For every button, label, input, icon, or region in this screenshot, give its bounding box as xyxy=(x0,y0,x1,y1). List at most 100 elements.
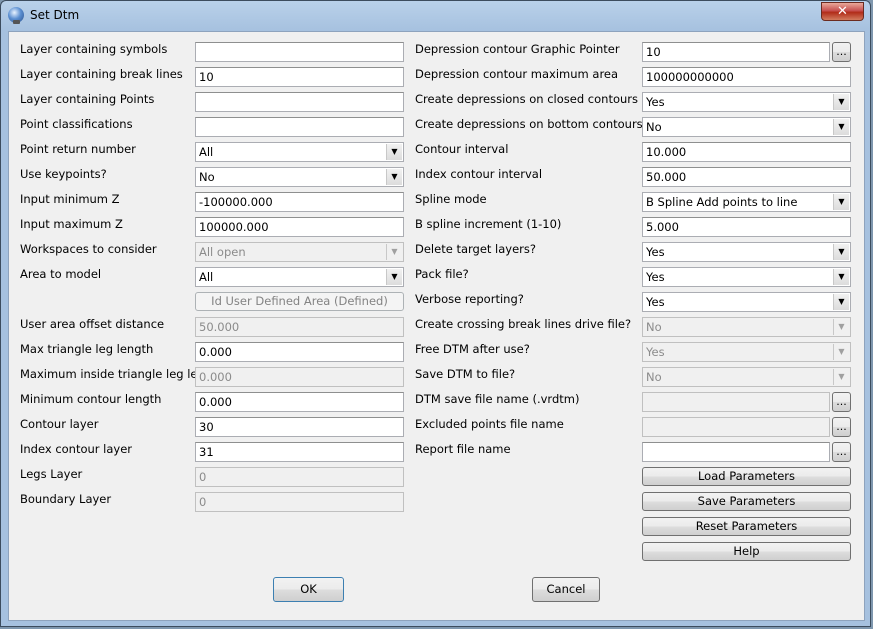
dep-graphic-pointer-browse-button[interactable]: ... xyxy=(832,42,851,62)
label-save-dtm: Save DTM to file? xyxy=(415,367,516,381)
load-parameters-button[interactable]: Load Parameters xyxy=(642,467,851,486)
label-contour-interval: Contour interval xyxy=(415,142,509,156)
set-dtm-dialog: Set Dtm ✕ Layer containing symbols Layer… xyxy=(0,0,871,627)
chevron-down-icon[interactable]: ▼ xyxy=(833,119,849,135)
dtm-save-file-name-input[interactable] xyxy=(642,392,830,412)
chevron-down-icon[interactable]: ▼ xyxy=(833,344,849,360)
verbose-reporting-select[interactable]: Yes ▼ xyxy=(642,292,851,312)
label-boundary-layer: Boundary Layer xyxy=(20,492,112,506)
legs-layer-input[interactable]: 0 xyxy=(195,467,404,487)
dep-max-area-input[interactable]: 100000000000 xyxy=(642,67,851,87)
bspline-increment-input[interactable]: 5.000 xyxy=(642,217,851,237)
index-contour-layer-input[interactable]: 31 xyxy=(195,442,404,462)
label-workspaces: Workspaces to consider xyxy=(20,242,157,256)
excluded-points-file-input[interactable] xyxy=(642,417,830,437)
close-button[interactable]: ✕ xyxy=(821,2,864,21)
label-layer-symbols: Layer containing symbols xyxy=(20,42,168,56)
contour-interval-input[interactable]: 10.000 xyxy=(642,142,851,162)
label-spline-mode: Spline mode xyxy=(415,192,487,206)
chevron-down-icon[interactable]: ▼ xyxy=(833,294,849,310)
max-triangle-leg-input[interactable]: 0.000 xyxy=(195,342,404,362)
save-dtm-select[interactable]: No ▼ xyxy=(642,367,851,387)
chevron-down-icon[interactable]: ▼ xyxy=(833,194,849,210)
chevron-down-icon[interactable]: ▼ xyxy=(386,144,402,160)
layer-points-input[interactable] xyxy=(195,92,404,112)
label-max-triangle-leg: Max triangle leg length xyxy=(20,342,154,356)
free-dtm-value: Yes xyxy=(646,345,665,359)
label-delete-target-layers: Delete target layers? xyxy=(415,242,537,256)
dep-graphic-pointer-input[interactable]: 10 xyxy=(642,42,830,62)
label-index-contour-interval: Index contour interval xyxy=(415,167,543,181)
chevron-down-icon[interactable]: ▼ xyxy=(833,244,849,260)
label-area-to-model: Area to model xyxy=(20,267,102,281)
label-use-keypoints: Use keypoints? xyxy=(20,167,107,181)
chevron-down-icon[interactable]: ▼ xyxy=(386,244,402,260)
save-parameters-button[interactable]: Save Parameters xyxy=(642,492,851,511)
label-crossing-drive-file: Create crossing break lines drive file? xyxy=(415,317,632,331)
chevron-down-icon[interactable]: ▼ xyxy=(386,269,402,285)
label-layer-points: Layer containing Points xyxy=(20,92,155,106)
delete-target-layers-value: Yes xyxy=(646,245,665,259)
chevron-down-icon[interactable]: ▼ xyxy=(833,369,849,385)
label-report-file-name: Report file name xyxy=(415,442,511,456)
dep-closed-only-value: Yes xyxy=(646,95,665,109)
ok-button[interactable]: OK xyxy=(273,577,344,602)
cancel-button[interactable]: Cancel xyxy=(532,577,600,602)
dep-closed-only-select[interactable]: Yes ▼ xyxy=(642,92,851,112)
area-to-model-value: All xyxy=(199,270,214,284)
label-contour-layer: Contour layer xyxy=(20,417,99,431)
layer-breaklines-input[interactable]: 10 xyxy=(195,67,404,87)
label-min-contour-length: Minimum contour length xyxy=(20,392,162,406)
use-keypoints-select[interactable]: No ▼ xyxy=(195,167,404,187)
pack-file-select[interactable]: Yes ▼ xyxy=(642,267,851,287)
min-contour-length-input[interactable]: 0.000 xyxy=(195,392,404,412)
boundary-layer-input[interactable]: 0 xyxy=(195,492,404,512)
chevron-down-icon[interactable]: ▼ xyxy=(833,269,849,285)
index-contour-interval-input[interactable]: 50.000 xyxy=(642,167,851,187)
contour-layer-input[interactable]: 30 xyxy=(195,417,404,437)
label-dtm-save-file-name: DTM save file name (.vrdtm) xyxy=(415,392,580,406)
label-bspline-increment: B spline increment (1-10) xyxy=(415,217,562,231)
label-legs-layer: Legs Layer xyxy=(20,467,83,481)
crossing-drive-file-select[interactable]: No ▼ xyxy=(642,317,851,337)
label-dep-bottom-only: Create depressions on bottom contours on… xyxy=(415,117,677,131)
report-file-name-input[interactable] xyxy=(642,442,830,462)
reset-parameters-button[interactable]: Reset Parameters xyxy=(642,517,851,536)
label-point-return: Point return number xyxy=(20,142,136,156)
verbose-reporting-value: Yes xyxy=(646,295,665,309)
dtm-save-file-browse-button[interactable]: ... xyxy=(832,392,851,412)
title-bar[interactable]: Set Dtm ✕ xyxy=(1,1,870,31)
workspaces-select[interactable]: All open ▼ xyxy=(195,242,404,262)
report-file-browse-button[interactable]: ... xyxy=(832,442,851,462)
dialog-client-area: Layer containing symbols Layer containin… xyxy=(8,31,865,621)
app-globe-icon xyxy=(8,7,24,24)
help-button[interactable]: Help xyxy=(642,542,851,561)
input-min-z-input[interactable]: -100000.000 xyxy=(195,192,404,212)
crossing-drive-file-value: No xyxy=(646,320,662,334)
point-return-value: All xyxy=(199,145,214,159)
user-area-offset-input[interactable]: 50.000 xyxy=(195,317,404,337)
pack-file-value: Yes xyxy=(646,270,665,284)
spline-mode-select[interactable]: B Spline Add points to line ▼ xyxy=(642,192,851,212)
save-dtm-value: No xyxy=(646,370,662,384)
dep-bottom-only-select[interactable]: No ▼ xyxy=(642,117,851,137)
chevron-down-icon[interactable]: ▼ xyxy=(386,169,402,185)
point-return-select[interactable]: All ▼ xyxy=(195,142,404,162)
point-classifications-input[interactable] xyxy=(195,117,404,137)
id-user-defined-area-button[interactable]: Id User Defined Area (Defined) xyxy=(195,292,404,311)
label-free-dtm: Free DTM after use? xyxy=(415,342,530,356)
label-index-contour-layer: Index contour layer xyxy=(20,442,133,456)
label-max-inside-triangle-leg: Maximum inside triangle leg length xyxy=(20,367,224,381)
free-dtm-select[interactable]: Yes ▼ xyxy=(642,342,851,362)
layer-symbols-input[interactable] xyxy=(195,42,404,62)
delete-target-layers-select[interactable]: Yes ▼ xyxy=(642,242,851,262)
area-to-model-select[interactable]: All ▼ xyxy=(195,267,404,287)
label-dep-max-area: Depression contour maximum area xyxy=(415,67,619,81)
label-dep-graphic-pointer: Depression contour Graphic Pointer xyxy=(415,42,620,56)
max-inside-triangle-leg-input[interactable]: 0.000 xyxy=(195,367,404,387)
chevron-down-icon[interactable]: ▼ xyxy=(833,94,849,110)
input-max-z-input[interactable]: 100000.000 xyxy=(195,217,404,237)
label-pack-file: Pack file? xyxy=(415,267,469,281)
chevron-down-icon[interactable]: ▼ xyxy=(833,319,849,335)
excluded-points-browse-button[interactable]: ... xyxy=(832,417,851,437)
